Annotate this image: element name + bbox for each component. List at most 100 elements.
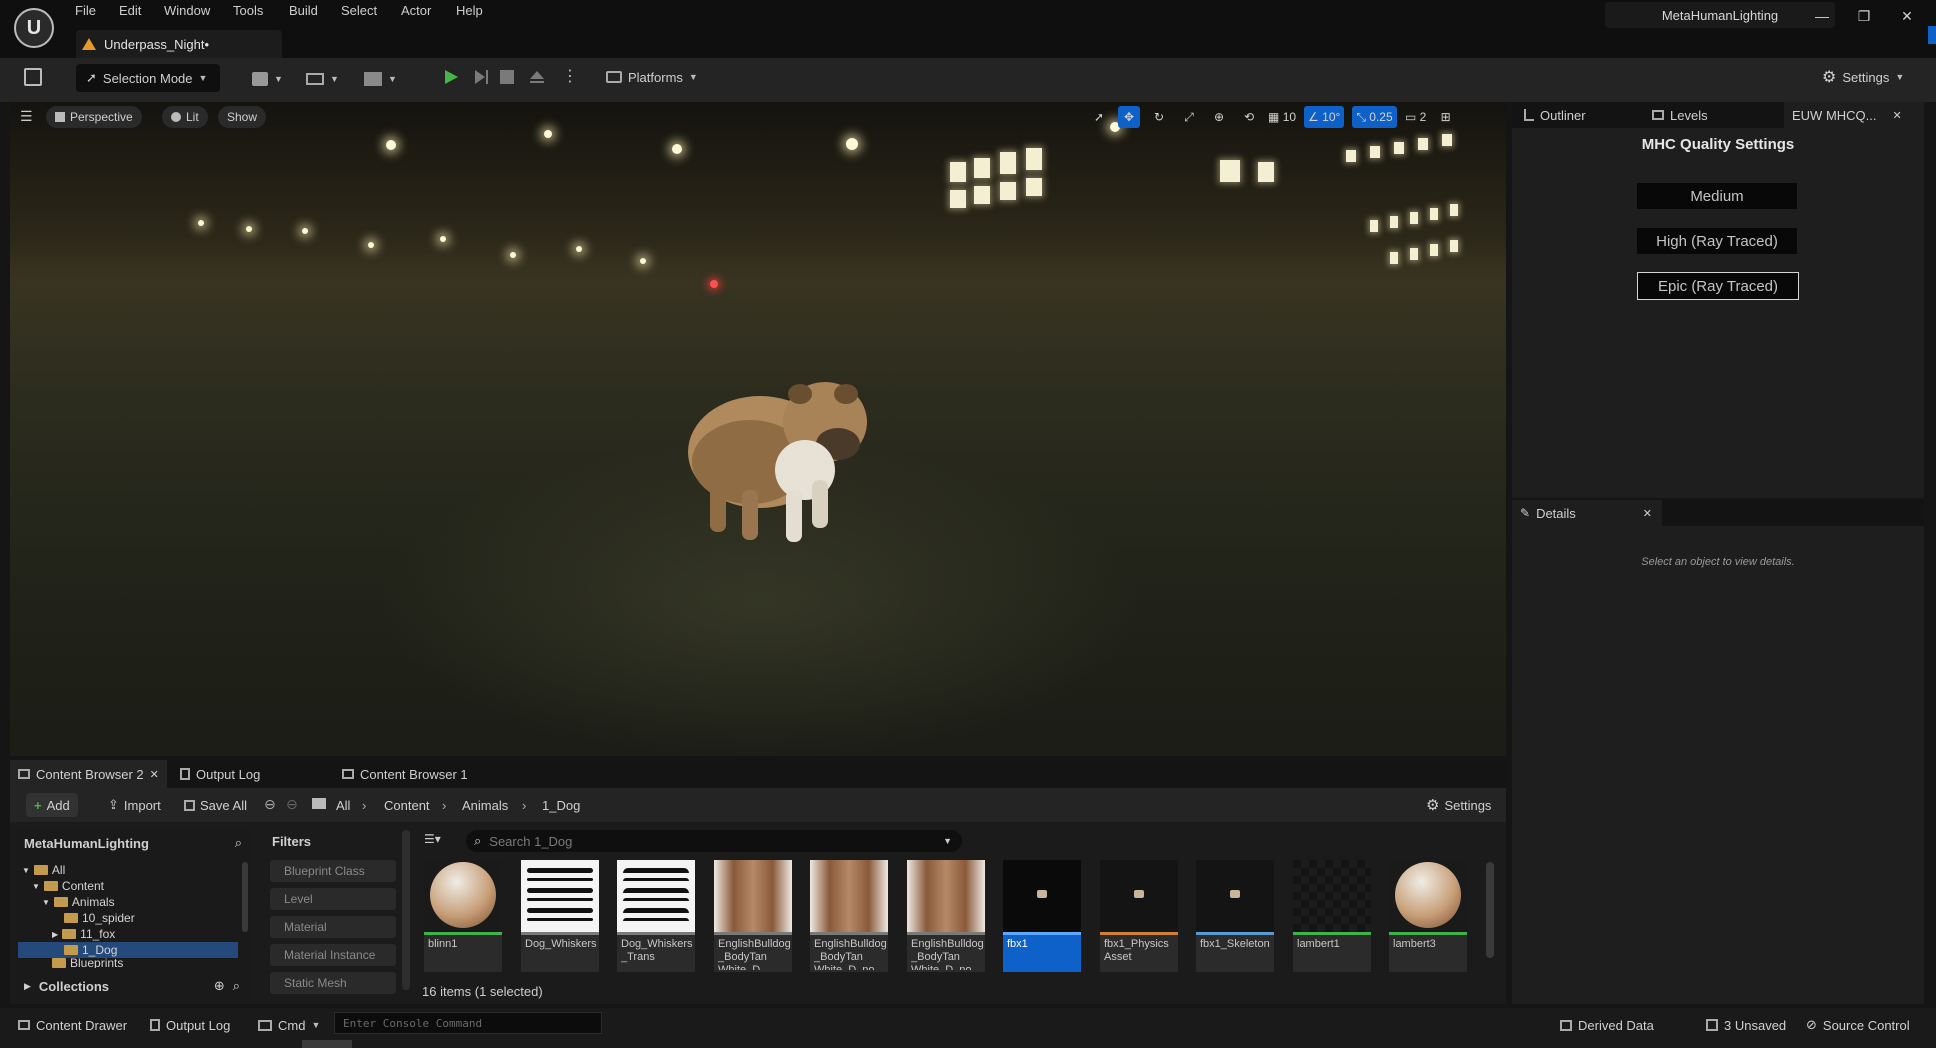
asset-tile[interactable]: Dog_Whiskers — [521, 860, 599, 972]
scale-snap-button[interactable]: ⤡ 0.25 — [1352, 106, 1397, 128]
quality-epic-button[interactable]: Epic (Ray Traced) — [1637, 272, 1799, 300]
filter-dropdown-icon[interactable]: ☰▾ — [424, 832, 441, 846]
translate-tool-icon[interactable]: ✥ — [1118, 106, 1140, 128]
status-output-log-button[interactable]: Output Log — [150, 1014, 230, 1036]
breadcrumb-all[interactable]: All — [336, 793, 350, 817]
show-button[interactable]: Show — [218, 106, 267, 128]
source-control-button[interactable]: ⊘ Source Control — [1806, 1014, 1910, 1036]
lit-button[interactable]: Lit — [162, 106, 208, 128]
rotation-snap-button[interactable]: ∠ 10° — [1304, 106, 1345, 128]
close-window-icon[interactable]: ✕ — [1893, 4, 1921, 28]
tree-item-all[interactable]: ▼ All — [22, 862, 65, 878]
asset-tile[interactable]: lambert3 — [1389, 860, 1467, 972]
asset-tile[interactable]: Dog_Whiskers _Trans — [617, 860, 695, 972]
quality-high-button[interactable]: High (Ray Traced) — [1637, 228, 1797, 254]
level-document-tab[interactable]: Underpass_Night• — [76, 30, 282, 58]
rotate-tool-icon[interactable]: ↻ — [1148, 106, 1170, 128]
tab-euw-mhcq[interactable]: EUW MHCQ... ✕ — [1784, 102, 1924, 128]
tree-item-10-spider[interactable]: 10_spider — [64, 910, 135, 926]
asset-tile[interactable]: blinn1 — [424, 860, 502, 972]
close-tab-icon[interactable]: ✕ — [1893, 109, 1902, 122]
asset-tile[interactable]: EnglishBulldog _BodyTan White_D — [714, 860, 792, 972]
console-command-input[interactable]: Enter Console Command — [334, 1012, 602, 1034]
asset-tile[interactable]: fbx1_Physics Asset — [1100, 860, 1178, 972]
content-browser-settings[interactable]: ⚙ Settings — [1418, 793, 1499, 817]
add-collection-icon[interactable]: ⊕ — [214, 978, 225, 994]
menu-help[interactable]: Help — [456, 3, 483, 18]
tree-item-blueprints[interactable]: Blueprints — [52, 958, 123, 968]
search-icon[interactable]: ⌕ — [235, 835, 242, 851]
collections-header[interactable]: ▶ Collections ⊕ ⌕ — [14, 975, 254, 997]
filter-level[interactable]: Level — [270, 888, 396, 910]
menu-edit[interactable]: Edit — [119, 3, 141, 18]
filter-blueprint-class[interactable]: Blueprint Class — [270, 860, 396, 882]
tab-output-log[interactable]: Output Log — [172, 760, 268, 788]
tree-item-content[interactable]: ▼ Content — [32, 878, 104, 894]
restore-icon[interactable]: ❐ — [1850, 4, 1878, 28]
unsaved-button[interactable]: 3 Unsaved — [1706, 1014, 1786, 1036]
viewport-layout-icon[interactable]: ⊞ — [1435, 106, 1457, 128]
play-options-icon[interactable]: ⋮ — [562, 66, 578, 86]
menu-file[interactable]: File — [75, 3, 96, 18]
blueprints-button[interactable]: ▼ — [306, 66, 339, 92]
surface-snap-icon[interactable]: ⟲ — [1238, 106, 1260, 128]
menu-actor[interactable]: Actor — [401, 3, 431, 18]
import-button[interactable]: ⇪ Import — [100, 793, 169, 817]
tree-item-11-fox[interactable]: ▶ 11_fox — [52, 926, 115, 942]
menu-window[interactable]: Window — [164, 3, 210, 18]
stop-icon[interactable] — [500, 70, 514, 84]
tab-details[interactable]: ✎ Details ✕ — [1512, 500, 1662, 526]
asset-grid-scrollbar[interactable] — [1486, 862, 1494, 958]
history-back-icon[interactable]: ⊖ — [264, 796, 276, 813]
unreal-logo-icon[interactable]: U — [14, 8, 54, 48]
breadcrumb-content[interactable]: Content — [384, 793, 430, 817]
tree-item-animals[interactable]: ▼ Animals — [42, 894, 115, 910]
eject-button[interactable] — [528, 68, 546, 89]
asset-tile[interactable]: fbx1_Skeleton — [1196, 860, 1274, 972]
filter-static-mesh[interactable]: Static Mesh — [270, 972, 396, 994]
asset-tile[interactable]: lambert1 — [1293, 860, 1371, 972]
save-all-button[interactable]: Save All — [176, 793, 255, 817]
cinematics-button[interactable]: ▼ — [364, 66, 397, 92]
derived-data-button[interactable]: Derived Data — [1560, 1014, 1654, 1036]
tab-content-browser-2[interactable]: Content Browser 2 ✕ — [10, 760, 167, 788]
asset-tile[interactable]: EnglishBulldog _BodyTan White_D_no — [907, 860, 985, 972]
menu-build[interactable]: Build — [289, 3, 318, 18]
search-icon[interactable]: ⌕ — [233, 978, 240, 994]
add-button[interactable]: + Add — [26, 793, 78, 817]
quality-medium-button[interactable]: Medium — [1637, 183, 1797, 209]
horizontal-scroll-thumb[interactable] — [302, 1040, 352, 1048]
add-actor-button[interactable]: ▼ — [252, 66, 283, 92]
level-viewport[interactable]: ☰ Perspective Lit Show ➚ ✥ ↻ ⤢ ⊕ ⟲ ▦ 10 … — [10, 102, 1506, 756]
viewport-menu-icon[interactable]: ☰ — [20, 108, 33, 125]
breadcrumb-1-dog[interactable]: 1_Dog — [542, 793, 580, 817]
select-tool-icon[interactable]: ➚ — [1088, 106, 1110, 128]
tab-outliner[interactable]: Outliner — [1516, 102, 1586, 128]
camera-speed-button[interactable]: ▭ 2 — [1405, 106, 1427, 128]
filter-material[interactable]: Material — [270, 916, 396, 938]
world-space-icon[interactable]: ⊕ — [1208, 106, 1230, 128]
menu-tools[interactable]: Tools — [233, 3, 263, 18]
cmd-dropdown[interactable]: Cmd ▼ — [258, 1014, 320, 1036]
filter-material-instance[interactable]: Material Instance — [270, 944, 396, 966]
asset-tile[interactable]: EnglishBulldog _BodyTan White_D_no — [810, 860, 888, 972]
tab-levels[interactable]: Levels — [1644, 102, 1708, 128]
asset-search-input[interactable]: ⌕ Search 1_Dog ▼ — [466, 830, 962, 852]
play-button[interactable] — [442, 68, 460, 89]
bulldog-actor[interactable] — [650, 352, 890, 562]
tab-content-browser-1[interactable]: Content Browser 1 — [334, 760, 476, 788]
filters-scrollbar[interactable] — [402, 830, 410, 990]
content-drawer-button[interactable]: Content Drawer — [18, 1014, 127, 1036]
selection-mode-dropdown[interactable]: ➚ Selection Mode ▼ — [76, 64, 220, 92]
close-tab-icon[interactable]: ✕ — [1643, 507, 1652, 520]
step-button[interactable] — [472, 68, 490, 89]
save-icon[interactable] — [24, 68, 42, 86]
grid-snap-button[interactable]: ▦ 10 — [1268, 106, 1296, 128]
perspective-button[interactable]: Perspective — [46, 106, 142, 128]
scale-tool-icon[interactable]: ⤢ — [1178, 106, 1200, 128]
breadcrumb-animals[interactable]: Animals — [462, 793, 508, 817]
asset-tile[interactable]: fbx1 — [1003, 860, 1081, 972]
minimize-icon[interactable]: — — [1808, 4, 1836, 28]
tree-item-1-dog[interactable]: 1_Dog — [64, 942, 117, 958]
history-forward-icon[interactable]: ⊖ — [286, 796, 298, 813]
